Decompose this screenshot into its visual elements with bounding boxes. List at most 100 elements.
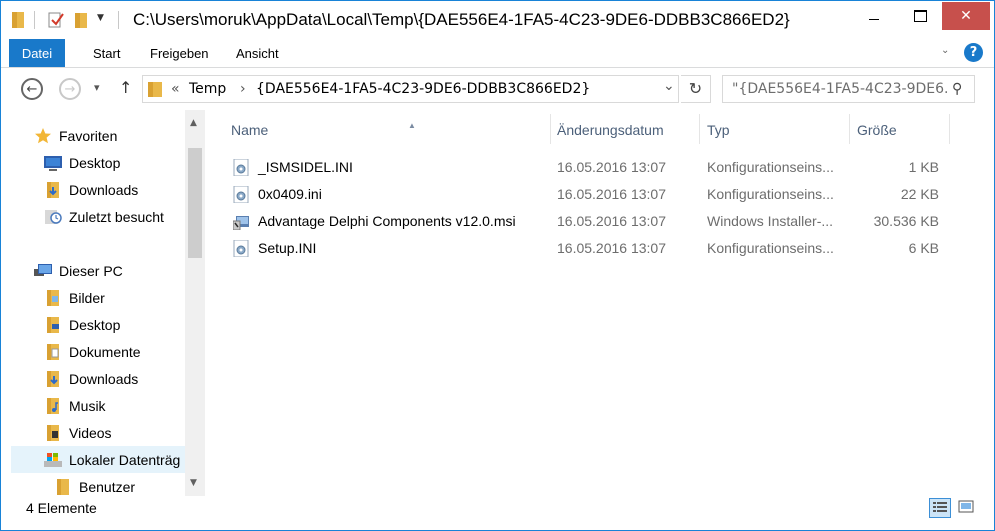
folder-icon xyxy=(54,478,72,495)
explorer-window: ▼ C:\Users\moruk\AppData\Local\Temp\{DAE… xyxy=(0,0,995,531)
minimize-button[interactable] xyxy=(851,1,897,31)
navigation-scrollbar[interactable]: ▲ ▼ xyxy=(185,110,205,496)
sidebar-item-downloads-pc[interactable]: Downloads xyxy=(44,365,138,392)
breadcrumb-current[interactable]: {DAE556E4-1FA5-4C23-9DE6-DDBB3C866ED2} xyxy=(256,81,590,97)
minimize-icon xyxy=(869,18,879,20)
window-folder-icon xyxy=(11,10,25,30)
sidebar-item-benutzer[interactable]: Benutzer xyxy=(54,473,135,496)
title-bar: ▼ C:\Users\moruk\AppData\Local\Temp\{DAE… xyxy=(1,1,994,39)
sidebar-item-favoriten[interactable]: Favoriten xyxy=(34,122,117,149)
navigation-bar: ← → ▾ ↑ « Temp › {DAE556E4-1FA5-4C23-9DE… xyxy=(1,68,994,110)
file-size: 1 KB xyxy=(908,159,939,175)
tab-start[interactable]: Start xyxy=(81,39,132,67)
file-type: Konfigurationseins... xyxy=(707,186,834,202)
recent-locations-icon[interactable]: ▾ xyxy=(94,81,100,94)
large-icons-view-button[interactable] xyxy=(956,498,978,518)
details-view-button[interactable] xyxy=(929,498,951,518)
forward-button[interactable]: → xyxy=(59,78,81,100)
sidebar-item-lokaler-datentraeger[interactable]: Lokaler Datenträg xyxy=(11,446,185,473)
refresh-icon: ↻ xyxy=(688,79,703,98)
item-count: 4 Elemente xyxy=(26,500,97,516)
refresh-button[interactable]: ↻ xyxy=(681,75,711,103)
file-name: Advantage Delphi Components v12.0.msi xyxy=(258,213,516,229)
address-bar[interactable]: « Temp › {DAE556E4-1FA5-4C23-9DE6-DDBB3C… xyxy=(142,75,679,103)
drive-icon xyxy=(44,452,62,468)
breadcrumb-separator[interactable]: › xyxy=(240,81,246,97)
sidebar-item-desktop[interactable]: Desktop xyxy=(44,149,120,176)
sidebar-item-label: Desktop xyxy=(69,154,121,171)
forward-arrow-icon: → xyxy=(64,81,76,97)
msi-file-icon xyxy=(232,213,250,231)
address-folder-icon xyxy=(147,80,163,98)
sidebar-item-videos[interactable]: Videos xyxy=(44,419,112,446)
file-name: Setup.INI xyxy=(258,240,317,256)
sidebar-item-label: Favoriten xyxy=(59,127,118,144)
sidebar-item-label: Dieser PC xyxy=(59,262,123,279)
close-button[interactable]: ✕ xyxy=(942,2,990,30)
search-input[interactable]: "{DAE556E4-1FA5-4C23-9DE6... xyxy=(732,81,947,97)
ini-file-icon xyxy=(233,158,250,177)
downloads-folder-icon xyxy=(44,181,62,198)
file-date: 16.05.2016 13:07 xyxy=(557,186,666,202)
sidebar-item-downloads[interactable]: Downloads xyxy=(44,176,138,203)
sidebar-item-label: Downloads xyxy=(69,181,139,198)
quick-access-dropdown-icon[interactable]: ▼ xyxy=(97,13,104,33)
window-title: C:\Users\moruk\AppData\Local\Temp\{DAE55… xyxy=(133,10,790,29)
sidebar-item-label: Bilder xyxy=(69,289,105,306)
file-type: Konfigurationseins... xyxy=(707,159,834,175)
expand-ribbon-icon[interactable]: ⌄ xyxy=(941,45,955,59)
recent-places-icon xyxy=(44,209,62,225)
help-icon[interactable]: ? xyxy=(964,43,983,62)
properties-icon[interactable] xyxy=(47,10,65,30)
tab-freigeben[interactable]: Freigeben xyxy=(138,39,221,67)
star-icon xyxy=(34,127,52,144)
file-row[interactable]: Setup.INI 16.05.2016 13:07 Konfiguration… xyxy=(229,235,969,262)
status-bar: 4 Elemente xyxy=(1,496,994,530)
scrollbar-thumb[interactable] xyxy=(188,148,202,258)
close-icon: ✕ xyxy=(960,8,972,24)
sidebar-item-dieser-pc[interactable]: Dieser PC xyxy=(34,257,123,284)
search-box[interactable]: "{DAE556E4-1FA5-4C23-9DE6... ⚲ xyxy=(722,75,975,103)
navigation-pane: Favoriten Desktop Downloads Zuletzt besu… xyxy=(1,110,205,496)
desktop-folder-icon xyxy=(44,316,62,333)
back-arrow-icon: ← xyxy=(26,81,38,97)
back-button[interactable]: ← xyxy=(21,78,43,100)
address-dropdown-icon[interactable]: ⌄ xyxy=(663,78,675,94)
ribbon-tabs: Datei Start Freigeben Ansicht ⌄ ? xyxy=(1,39,994,68)
file-size: 30.536 KB xyxy=(873,213,939,229)
maximize-button[interactable] xyxy=(897,1,943,31)
up-button[interactable]: ↑ xyxy=(119,78,132,97)
sidebar-item-dokumente[interactable]: Dokumente xyxy=(44,338,141,365)
ini-file-icon xyxy=(233,185,250,204)
breadcrumb-overflow[interactable]: « xyxy=(171,81,180,97)
sidebar-item-zuletzt-besucht[interactable]: Zuletzt besucht xyxy=(44,203,164,230)
videos-folder-icon xyxy=(44,424,62,441)
sidebar-item-musik[interactable]: Musik xyxy=(44,392,106,419)
sidebar-item-label: Musik xyxy=(69,397,106,414)
file-list: ▲ Name Änderungsdatum Typ Größe _ISMSIDE… xyxy=(205,110,994,496)
search-icon[interactable]: ⚲ xyxy=(952,81,962,97)
file-date: 16.05.2016 13:07 xyxy=(557,240,666,256)
tab-ansicht[interactable]: Ansicht xyxy=(224,39,291,67)
sidebar-item-bilder[interactable]: Bilder xyxy=(44,284,105,311)
file-row[interactable]: 0x0409.ini 16.05.2016 13:07 Konfiguratio… xyxy=(229,181,969,208)
file-name: 0x0409.ini xyxy=(258,186,322,202)
file-date: 16.05.2016 13:07 xyxy=(557,213,666,229)
file-row[interactable]: _ISMSIDEL.INI 16.05.2016 13:07 Konfigura… xyxy=(229,154,969,181)
file-type: Windows Installer-... xyxy=(707,213,834,229)
tab-datei[interactable]: Datei xyxy=(9,39,65,67)
maximize-icon xyxy=(913,10,927,22)
sidebar-item-desktop-pc[interactable]: Desktop xyxy=(44,311,120,338)
scroll-up-icon[interactable]: ▲ xyxy=(190,118,197,128)
column-header-name[interactable]: ▲ Name xyxy=(231,120,551,142)
sidebar-item-label: Lokaler Datenträg xyxy=(69,451,181,468)
file-row[interactable]: Advantage Delphi Components v12.0.msi 16… xyxy=(229,208,969,235)
desktop-icon xyxy=(44,155,62,171)
file-size: 6 KB xyxy=(908,240,939,256)
new-folder-icon[interactable] xyxy=(73,10,89,30)
scroll-down-icon[interactable]: ▼ xyxy=(190,478,197,488)
ini-file-icon xyxy=(233,239,250,258)
file-date: 16.05.2016 13:07 xyxy=(557,159,666,175)
sidebar-item-label: Downloads xyxy=(69,370,139,387)
breadcrumb-temp[interactable]: Temp xyxy=(189,81,226,97)
